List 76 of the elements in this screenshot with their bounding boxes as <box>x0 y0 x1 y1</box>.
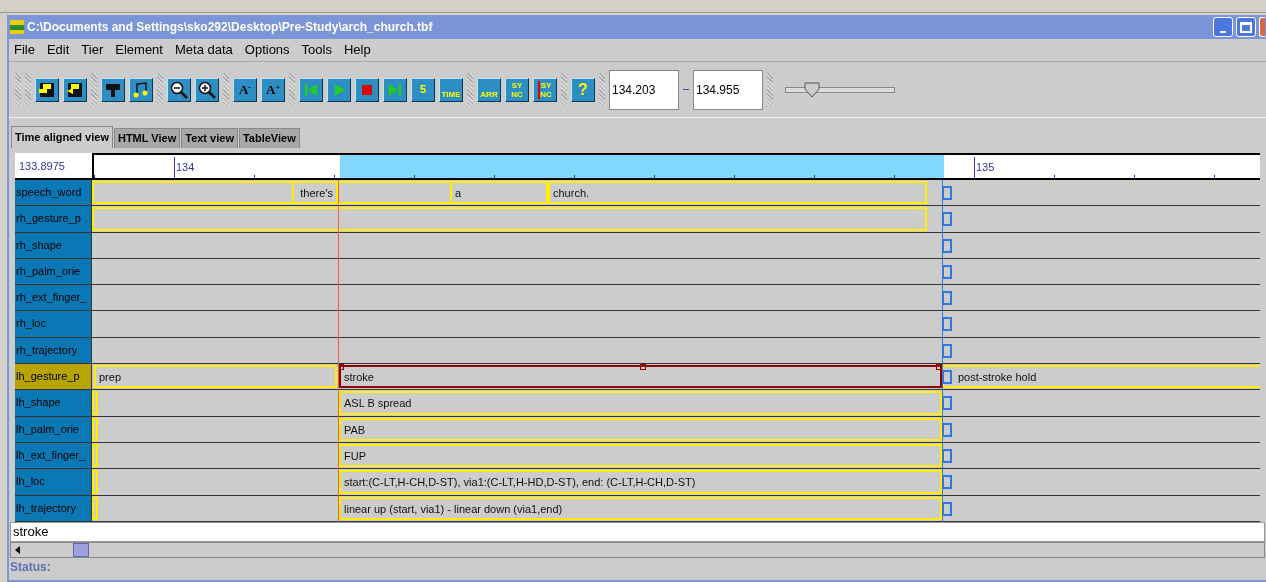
first-button[interactable] <box>299 77 323 102</box>
toolbar-grip[interactable] <box>25 72 31 107</box>
tier-label[interactable]: lh_palm_orie <box>15 416 92 442</box>
minimize-button[interactable] <box>1213 17 1233 37</box>
tier-label[interactable]: rh_loc <box>15 311 92 337</box>
music-button[interactable] <box>129 77 153 102</box>
tier-label[interactable]: lh_ext_finger_ <box>15 442 92 469</box>
tier-label[interactable]: rh_shape <box>15 232 92 258</box>
tier-label[interactable]: rh_trajectory <box>15 337 92 364</box>
view-tab[interactable]: Time aligned view <box>11 126 113 148</box>
ruler-tick-label: 135 <box>974 157 995 177</box>
stop-button[interactable] <box>355 77 379 102</box>
menu-item[interactable]: File <box>14 40 35 60</box>
resize-handle[interactable] <box>640 364 646 371</box>
annotation-segment[interactable]: PAB <box>339 417 942 441</box>
app-logo-icon <box>10 20 24 34</box>
toolbar-grip[interactable] <box>157 72 163 107</box>
tier-label[interactable]: rh_gesture_p <box>15 206 92 232</box>
menu-item[interactable]: Element <box>115 40 163 60</box>
save-button[interactable] <box>35 77 59 102</box>
start-time-field[interactable]: 134.203 <box>609 69 679 110</box>
tier-label[interactable]: lh_loc <box>15 469 92 495</box>
annotation-segment[interactable]: FUP <box>339 443 942 468</box>
annotation-segment[interactable]: stroke <box>339 365 942 389</box>
tier-label[interactable]: lh_shape <box>15 390 92 416</box>
annotation-segment[interactable]: ASL B spread <box>339 391 942 415</box>
menu-item[interactable]: Edit <box>46 40 70 60</box>
toolbar-grip[interactable] <box>15 72 21 107</box>
scroll-thumb[interactable] <box>73 542 89 557</box>
annotation-segment[interactable]: linear up (start, via1) - linear down (via1,end) <box>339 496 942 520</box>
view-tab[interactable]: Text view <box>181 128 238 148</box>
view-tab[interactable]: TableView <box>238 128 300 148</box>
menu-item[interactable]: Help <box>343 40 371 60</box>
tier-label[interactable]: lh_trajectory <box>15 495 92 521</box>
annotation-segment[interactable]: there's <box>292 181 338 205</box>
menu-item[interactable]: Tools <box>301 40 332 60</box>
maximize-button[interactable] <box>1236 17 1256 37</box>
slider-thumb[interactable] <box>803 81 820 98</box>
annotation-segment[interactable]: prep <box>94 365 337 389</box>
last-button[interactable] <box>383 77 407 102</box>
annotation-segment[interactable]: start:(C-LT,H-CH,D-ST), via1:(C-LT,H-HD,D-ST), end: (C-LT,H-CH,D-ST) <box>339 470 942 494</box>
range-separator <box>683 89 689 90</box>
zoom-in-button[interactable] <box>195 77 219 102</box>
toolbar-grip[interactable] <box>561 72 567 107</box>
status-label: Status: <box>9 558 52 576</box>
tier-label[interactable]: rh_ext_finger_ <box>15 285 92 311</box>
tier-label[interactable]: speech_word <box>15 180 92 206</box>
annotation-segment[interactable]: a <box>450 181 548 205</box>
play-button[interactable] <box>327 77 351 102</box>
zoom-out-button[interactable] <box>167 77 191 102</box>
toolbar-grip[interactable] <box>467 72 473 107</box>
annotation-segment[interactable]: post-stroke hold <box>942 365 1260 389</box>
toolbar-grip[interactable] <box>223 72 229 107</box>
window-title: C:\Documents and Settings\sko292\Desktop\Pre-Study\arch_church.tbf <box>27 19 434 36</box>
font-button[interactable]: A$^{+}$ <box>261 77 285 102</box>
font-button[interactable]: A$^{-}$ <box>233 77 257 102</box>
tier-label[interactable]: rh_palm_orie <box>15 258 92 285</box>
toolbar-grip[interactable] <box>289 72 295 107</box>
menu-item[interactable]: Tier <box>81 40 104 60</box>
toolbar-grip[interactable] <box>599 72 605 107</box>
save-as-button[interactable] <box>63 77 87 102</box>
toolbar-grip[interactable] <box>767 72 773 107</box>
close-button[interactable] <box>1259 17 1265 37</box>
zoom-out-icon <box>169 79 189 100</box>
view-tab[interactable]: HTML View <box>113 128 181 148</box>
plug-button[interactable] <box>101 77 125 102</box>
time-position-label: 133.8975 <box>15 153 92 178</box>
menu-item[interactable]: Options <box>244 40 290 60</box>
annotation-text-field[interactable]: stroke <box>10 521 1265 542</box>
end-time-field[interactable]: 134.955 <box>693 69 763 110</box>
zoom-slider[interactable] <box>785 81 895 98</box>
tier-label[interactable]: lh_gesture_p <box>15 364 92 390</box>
ruler-tick-label: 134 <box>174 157 195 177</box>
menu-item[interactable]: Meta data <box>174 40 233 60</box>
zoom-in-icon <box>197 79 217 100</box>
toolbar-grip[interactable] <box>91 72 97 107</box>
